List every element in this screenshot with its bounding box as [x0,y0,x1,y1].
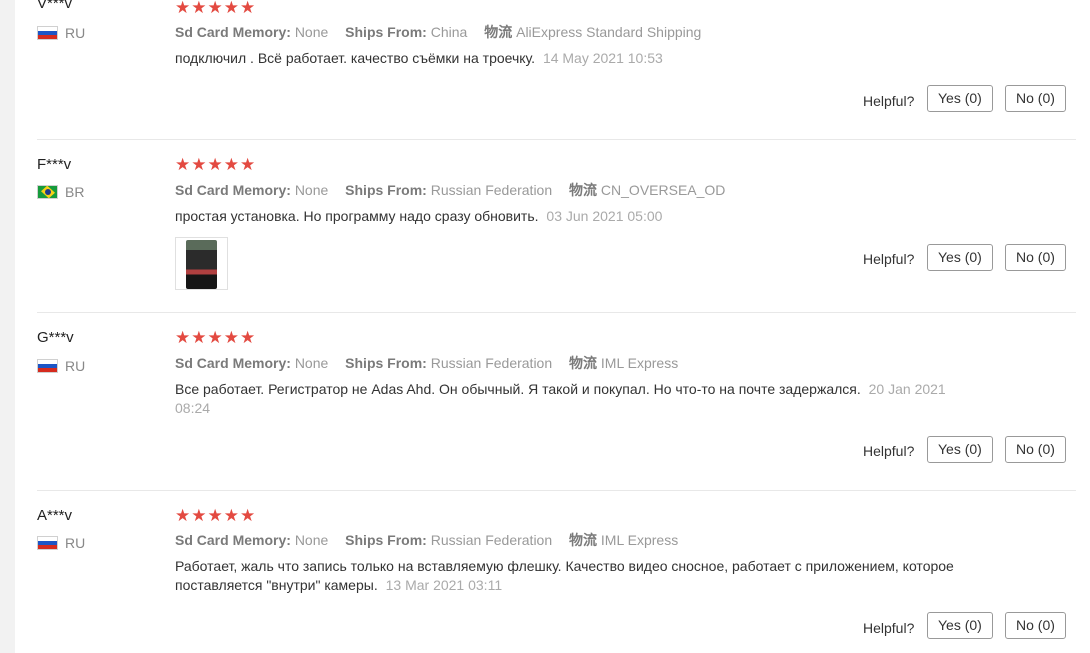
shipping-label: 物流 [569,355,598,371]
reviewer-name: F***v [37,156,72,173]
review-item: V***v RU ★★★★★ Sd Card Memory: None Ship… [37,0,1076,139]
helpful-yes-button[interactable]: Yes (0) [927,436,993,463]
review-body: Работает, жаль что запись только на вста… [175,558,954,593]
reviewer-name: A***v [37,507,73,524]
sd-card-label: Sd Card Memory: [175,355,291,371]
star-rating: ★★★★★ [175,0,257,17]
review-body: Все работает. Регистратор не Adas Ahd. О… [175,381,861,397]
shipping-value: CN_OVERSEA_OD [600,182,726,198]
star-rating: ★★★★★ [175,155,257,174]
helpful-label: Helpful? [863,443,915,459]
sd-card-value: None [294,355,329,371]
helpful-yes-button[interactable]: Yes (0) [927,244,993,271]
order-info: Sd Card Memory: None Ships From: China 物… [175,23,714,41]
review-photo-image [186,240,217,289]
ships-from-value: Russian Federation [430,532,553,548]
helpful-no-button[interactable]: No (0) [1005,436,1066,463]
helpful-yes-button[interactable]: Yes (0) [927,85,993,112]
reviewer-name: G***v [37,329,74,346]
sd-card-value: None [294,24,329,40]
review-item: A***v RU ★★★★★ Sd Card Memory: None Ship… [37,491,1076,653]
order-info: Sd Card Memory: None Ships From: Russian… [175,354,691,372]
sd-card-label: Sd Card Memory: [175,24,291,40]
review-text: простая установка. Но программу надо сра… [175,207,975,226]
review-item: F***v BR ★★★★★ Sd Card Memory: None Ship… [37,140,1076,312]
ships-from-label: Ships From: [345,24,427,40]
sd-card-label: Sd Card Memory: [175,532,291,548]
shipping-value: IML Express [600,532,679,548]
shipping-label: 物流 [569,182,598,198]
review-body: подключил . Всё работает. качество съёмк… [175,50,536,66]
sd-card-value: None [294,182,329,198]
country-code: BR [65,184,85,200]
helpful-label: Helpful? [863,93,915,109]
reviewer-name: V***v [37,0,73,12]
star-rating: ★★★★★ [175,328,257,347]
shipping-value: AliExpress Standard Shipping [516,24,702,40]
shipping-value: IML Express [600,355,679,371]
helpful-yes-button[interactable]: Yes (0) [927,612,993,639]
review-date: 03 Jun 2021 05:00 [546,208,663,224]
shipping-label: 物流 [484,24,513,40]
helpful-label: Helpful? [863,620,915,636]
ships-from-label: Ships From: [345,355,427,371]
review-item: G***v RU ★★★★★ Sd Card Memory: None Ship… [37,313,1076,490]
ships-from-label: Ships From: [345,532,427,548]
brazil-flag-icon [37,185,58,199]
ships-from-value: China [430,24,468,40]
russia-flag-icon [37,536,58,550]
reviewer-country: RU [37,358,85,374]
review-text: подключил . Всё работает. качество съёмк… [175,49,975,68]
order-info: Sd Card Memory: None Ships From: Russian… [175,531,691,549]
helpful-label: Helpful? [863,251,915,267]
star-rating: ★★★★★ [175,506,257,525]
russia-flag-icon [37,359,58,373]
review-photo-thumbnail[interactable] [175,237,228,290]
helpful-no-button[interactable]: No (0) [1005,612,1066,639]
ships-from-label: Ships From: [345,182,427,198]
reviewer-country: RU [37,535,85,551]
helpful-no-button[interactable]: No (0) [1005,244,1066,271]
reviewer-country: RU [37,25,85,41]
order-info: Sd Card Memory: None Ships From: Russian… [175,181,738,199]
country-code: RU [65,535,86,551]
review-date: 14 May 2021 10:53 [542,50,663,66]
ships-from-value: Russian Federation [430,355,553,371]
ships-from-value: Russian Federation [430,182,553,198]
review-text: Все работает. Регистратор не Adas Ahd. О… [175,380,965,418]
review-text: Работает, жаль что запись только на вста… [175,557,965,595]
sd-card-label: Sd Card Memory: [175,182,291,198]
sd-card-value: None [294,532,329,548]
review-date: 13 Mar 2021 03:11 [385,577,503,593]
russia-flag-icon [37,26,58,40]
helpful-no-button[interactable]: No (0) [1005,85,1066,112]
review-feed: V***v RU ★★★★★ Sd Card Memory: None Ship… [37,0,1076,653]
shipping-label: 物流 [569,532,598,548]
country-code: RU [65,25,86,41]
left-gutter [0,0,15,653]
review-body: простая установка. Но программу надо сра… [175,208,539,224]
reviewer-country: BR [37,184,84,200]
country-code: RU [65,358,86,374]
